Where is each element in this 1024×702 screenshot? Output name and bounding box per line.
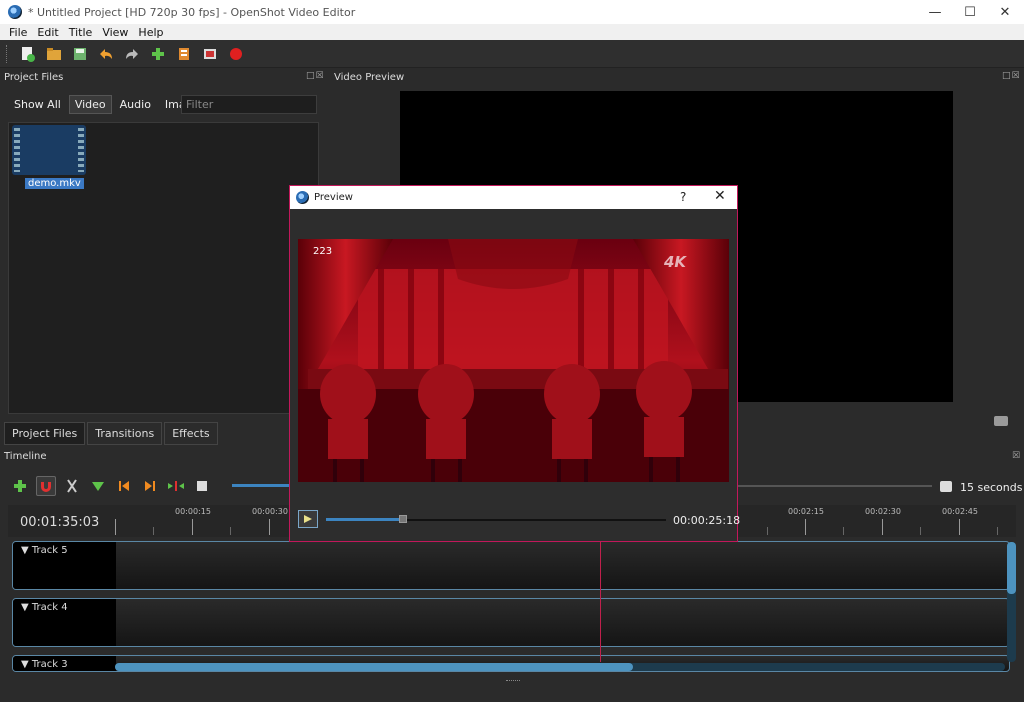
preview-dialog-titlebar: Preview [290,186,737,209]
ruler-tick [882,519,883,535]
preview-timecode: 00:00:25:18 [673,514,741,527]
window-titlebar: * Untitled Project [HD 720p 30 fps] - Op… [0,0,1024,24]
ruler-tick [192,519,193,535]
filter-video-button[interactable]: Video [68,95,112,114]
main-toolbar [0,40,1024,68]
filter-input[interactable]: Filter [181,95,317,114]
red-dining-room-image [298,239,729,482]
film-strip-icon[interactable] [12,125,86,175]
project-files-dock-title: Project Files [4,72,64,83]
timeline-dock-title: Timeline [4,451,47,462]
ruler-tick [805,519,806,535]
import-files-icon[interactable] [149,45,167,63]
ruler-tick [767,527,768,535]
toolbar-grip[interactable] [6,44,9,63]
zoom-in-icon[interactable] [940,481,952,492]
help-button[interactable]: ? [680,190,686,204]
timeline-timecode: 00:01:35:03 [20,515,100,530]
timeline-track[interactable]: ▼ Track 5 [12,541,1010,590]
openshot-logo-icon [296,191,309,204]
track-name: ▼ Track 3 [21,659,68,670]
camera-icon[interactable] [994,416,1008,426]
tick-label: 00:02:15 [788,507,824,516]
filter-audio-button[interactable]: Audio [114,95,157,114]
resize-grip[interactable] [506,680,520,683]
playhead-line[interactable] [600,540,601,662]
play-button[interactable] [298,510,318,528]
tick-label: 00:02:30 [865,507,901,516]
ruler-tick [153,527,154,535]
timeline-zoom-fill [232,484,292,487]
zoom-out-icon[interactable] [192,476,212,496]
file-name-label[interactable]: demo.mkv [25,178,84,189]
snapping-magnet-icon[interactable] [36,476,56,496]
track-name: ▼ Track 5 [21,545,68,556]
close-dialog-button[interactable]: ✕ [714,188,726,204]
tick-label: 00:00:30 [252,507,288,516]
preview-dialog: Preview ? ✕ 223 4K 00:00:25:18 [289,185,741,542]
4k-badge: 4K [664,253,687,271]
preview-dialog-title: Preview [314,192,353,203]
vertical-scroll-thumb[interactable] [1007,542,1016,594]
add-track-icon[interactable] [10,476,30,496]
ruler-tick [959,519,960,535]
timeline-track[interactable]: ▼ Track 4 [12,598,1010,647]
close-window-button[interactable]: ✕ [982,0,1024,24]
menu-help[interactable]: Help [133,26,168,39]
menu-title[interactable]: Title [64,26,98,39]
preview-seek-handle[interactable] [398,515,407,523]
choose-profile-icon[interactable] [175,45,193,63]
ruler-tick [230,527,231,535]
ruler-tick [269,519,270,535]
ruler-tick [920,527,921,535]
menu-file[interactable]: File [4,26,32,39]
tab-effects[interactable]: Effects [164,422,218,445]
filter-show-all-button[interactable]: Show All [8,95,67,114]
open-project-icon[interactable] [45,45,63,63]
razor-scissors-icon[interactable] [62,476,82,496]
preview-video-frame: 223 4K [298,239,729,482]
tab-transitions[interactable]: Transitions [87,422,163,445]
tick-label: 00:00:15 [175,507,211,516]
menu-edit[interactable]: Edit [32,26,63,39]
next-marker-icon[interactable] [140,476,160,496]
fullscreen-icon[interactable] [201,45,219,63]
window-title: * Untitled Project [HD 720p 30 fps] - Op… [28,5,356,19]
video-preview-dock-buttons[interactable]: □☒ [1002,71,1021,81]
new-project-icon[interactable] [19,45,37,63]
play-icon [304,515,312,523]
track-name: ▼ Track 4 [21,602,68,613]
redo-icon[interactable] [123,45,141,63]
preview-seek-fill [326,518,401,521]
frame-number-overlay: 223 [313,246,333,257]
add-marker-icon[interactable] [88,476,108,496]
video-preview-dock-title: Video Preview [334,72,405,83]
menu-view[interactable]: View [97,26,133,39]
menu-bar: File Edit Title View Help [0,24,1024,40]
tick-label: 00:02:45 [942,507,978,516]
save-project-icon[interactable] [71,45,89,63]
undo-icon[interactable] [97,45,115,63]
project-files-list[interactable]: demo.mkv [8,122,319,414]
tab-project-files[interactable]: Project Files [4,422,86,445]
project-files-dock-buttons[interactable]: □☒ [306,71,325,81]
export-video-icon[interactable] [227,45,245,63]
ruler-tick [843,527,844,535]
file-filter-bar: Show All Video Audio Image [8,95,205,114]
timeline-dock-buttons[interactable]: ☒ [1012,451,1021,461]
ruler-tick [997,527,998,535]
horizontal-scroll-thumb[interactable] [115,663,633,671]
zoom-scale-label: 15 seconds [960,481,1023,494]
timeline-toolbar [10,476,212,496]
center-on-playhead-icon[interactable] [166,476,186,496]
dock-tabs: Project Files Transitions Effects [4,422,220,445]
openshot-logo-icon [8,5,22,19]
ruler-tick [115,519,116,535]
previous-marker-icon[interactable] [114,476,134,496]
